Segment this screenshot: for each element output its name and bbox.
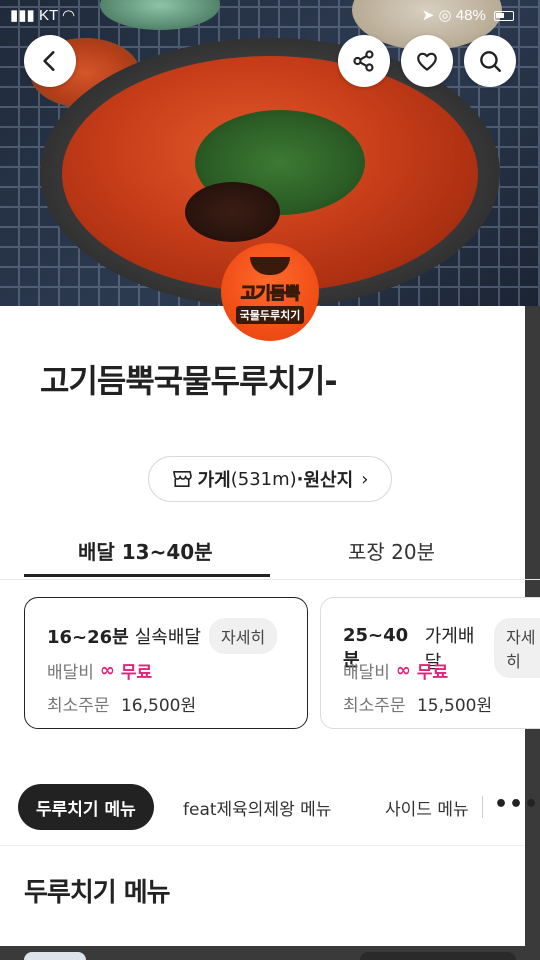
chip-separator: ·: [296, 468, 304, 490]
min-order-label: 최소주문: [343, 696, 406, 716]
min-order-value: 15,500원: [416, 696, 493, 716]
membership-infinity-icon: ∞: [99, 660, 115, 681]
hero-meat: [185, 182, 280, 242]
delivery-type: 실속배달: [134, 627, 201, 648]
menu-item-thumbnail: [360, 952, 516, 960]
category-divider: [482, 796, 483, 818]
detail-button[interactable]: 자세히: [209, 618, 278, 654]
search-button[interactable]: [464, 35, 516, 87]
min-order-row: 최소주문 16,500원: [47, 691, 196, 716]
min-order-value: 16,500원: [120, 696, 197, 716]
logo-text-bottom: 국물두루치기: [235, 305, 305, 324]
delivery-option-card[interactable]: 16~26분 실속배달 자세히 배달비 ∞ 무료 최소주문 16,500원: [24, 597, 308, 729]
tab-pickup[interactable]: 포장 20분: [348, 536, 435, 565]
store-info-chip[interactable]: 가게 (531m) · 원산지 ›: [148, 456, 392, 502]
store-icon: [172, 470, 192, 488]
tab-delivery[interactable]: 배달 13~40분: [78, 536, 213, 565]
battery-icon: [494, 11, 514, 22]
logo-bowl-icon: [250, 257, 290, 275]
battery-percent: 48%: [455, 7, 486, 24]
category-tab-duruchigi[interactable]: 두루치기 메뉴: [18, 784, 154, 830]
search-icon: [480, 51, 501, 72]
menu-item-thumbnail: [24, 952, 86, 960]
location-icon: ➤: [421, 7, 435, 24]
lock-rotation-icon: ◎: [438, 7, 452, 24]
chip-origin-label: 원산지: [303, 470, 354, 491]
fee-value: 무료: [120, 663, 153, 683]
min-order-label: 최소주문: [47, 696, 110, 716]
fee-label: 배달비: [47, 663, 94, 683]
back-icon: [43, 51, 55, 71]
section-title: 두루치기 메뉴: [24, 878, 171, 908]
chip-distance: (531m): [230, 468, 297, 490]
menu-category-bar: 두루치기 메뉴 feat제육의제왕 메뉴 사이드 메뉴: [0, 782, 540, 832]
delivery-fee-row: 배달비 ∞ 무료: [343, 658, 448, 683]
delivery-time-row: 16~26분 실속배달 자세히: [47, 618, 278, 654]
category-tab-side[interactable]: 사이드 메뉴: [385, 784, 469, 830]
back-button[interactable]: [24, 35, 76, 87]
favorite-button[interactable]: [401, 35, 453, 87]
store-logo: 고기듬뿍 국물두루치기: [221, 243, 319, 341]
signal-icon: ▮▮▮: [10, 7, 35, 24]
section-divider: [0, 845, 525, 846]
wifi-icon: ◠: [62, 7, 76, 24]
min-order-row: 최소주문 15,500원: [343, 691, 492, 716]
chevron-right-icon: ›: [361, 468, 369, 490]
delivery-fee-row: 배달비 ∞ 무료: [47, 658, 152, 683]
chip-store-label: 가게: [197, 470, 231, 491]
fee-value: 무료: [416, 663, 449, 683]
carrier-label: ▮▮▮ KT ◠: [10, 7, 76, 24]
status-bar: ▮▮▮ KT ◠ ➤ ◎ 48%: [0, 0, 540, 30]
share-button[interactable]: [338, 35, 390, 87]
store-name: 고기듬뿍국물두루치기-: [40, 362, 338, 400]
status-right: ➤ ◎ 48%: [422, 6, 514, 24]
heart-icon: [417, 52, 437, 71]
share-icon: [353, 50, 374, 72]
category-tab-jeyuk[interactable]: feat제육의제왕 메뉴: [183, 784, 331, 830]
order-type-tabs: 배달 13~40분 포장 20분: [0, 524, 540, 580]
fee-label: 배달비: [343, 663, 390, 683]
detail-button[interactable]: 자세히: [494, 618, 540, 678]
logo-text-top: 고기듬뿍: [240, 283, 301, 304]
tab-active-indicator: [24, 574, 270, 577]
more-icon[interactable]: •••: [494, 792, 539, 817]
membership-infinity-icon: ∞: [395, 660, 411, 681]
delivery-option-card[interactable]: 25~40분 가게배달 자세히 배달비 ∞ 무료 최소주문 15,500원: [320, 597, 540, 729]
delivery-time: 16~26분: [47, 627, 129, 648]
